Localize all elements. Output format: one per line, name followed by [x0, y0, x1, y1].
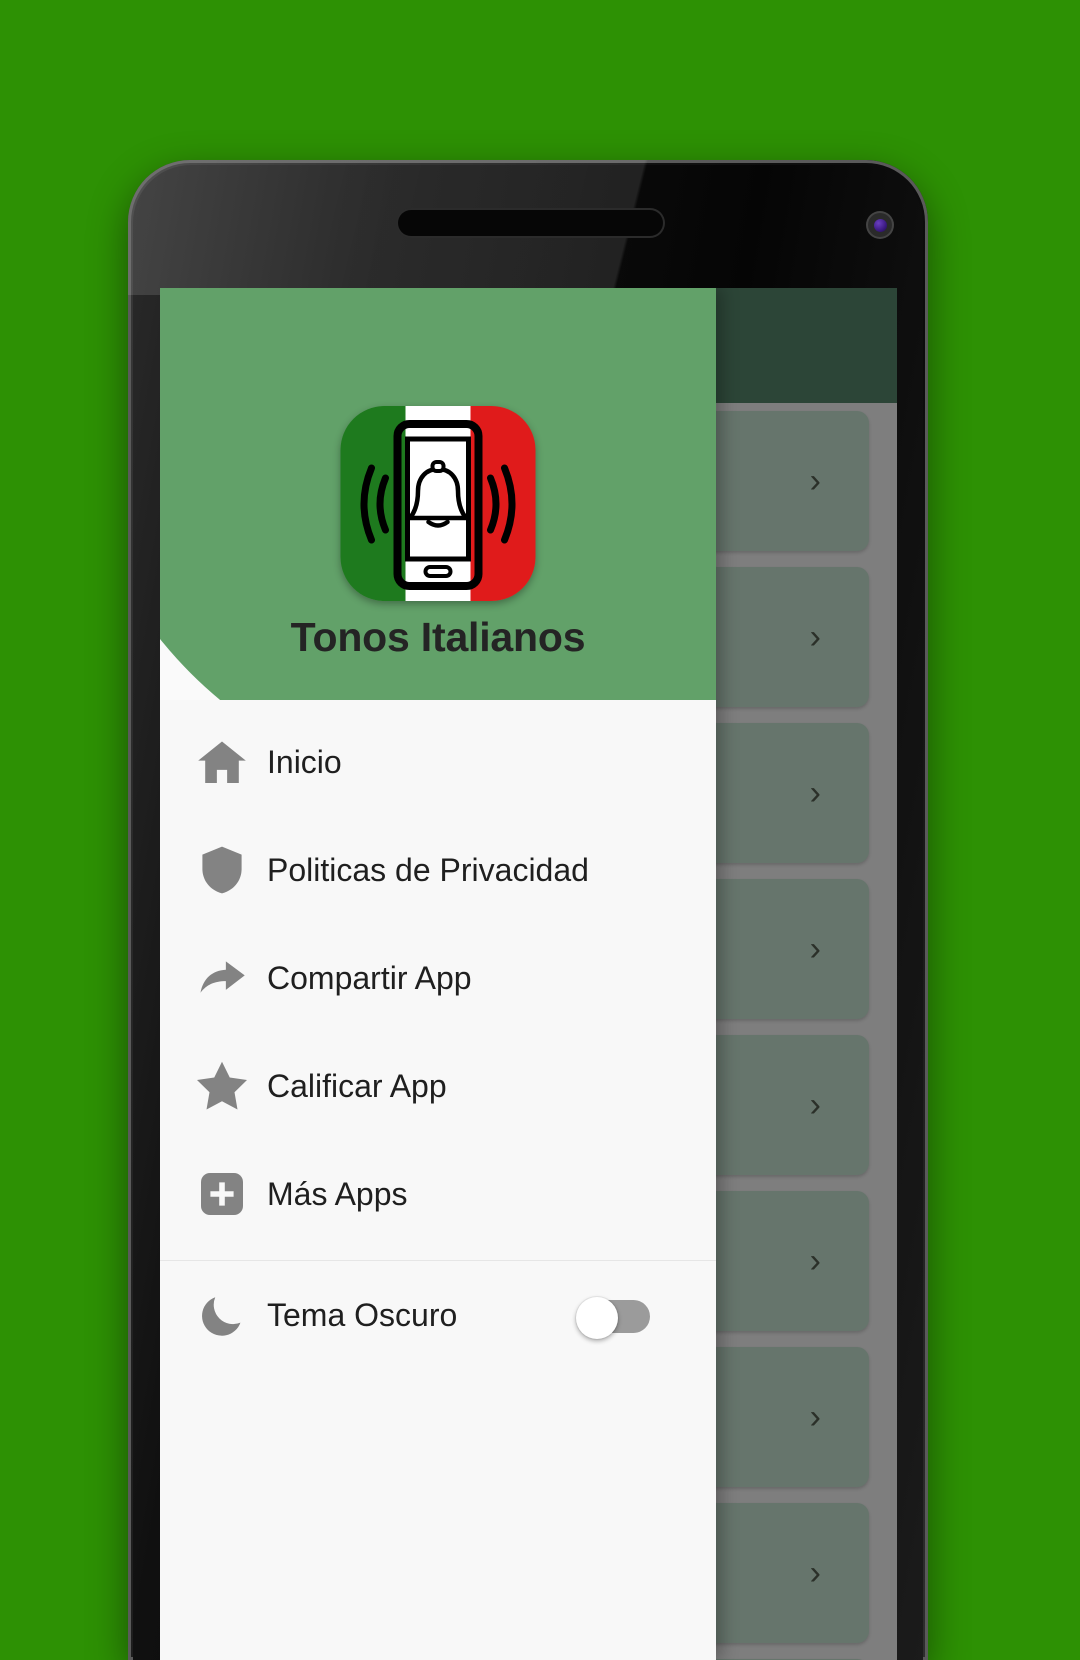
menu-item-inicio[interactable]: Inicio [160, 708, 716, 816]
phone-screen: › › › › › › › › › [160, 288, 897, 1660]
toggle-knob[interactable] [576, 1297, 618, 1339]
dark-theme-toggle-switch[interactable] [576, 1297, 650, 1339]
moon-icon [183, 1288, 261, 1342]
chevron-right-icon: › [809, 462, 821, 500]
app-title: Tonos Italianos [290, 614, 586, 660]
plus-square-icon [183, 1170, 261, 1218]
menu-item-compartir-app[interactable]: Compartir App [160, 924, 716, 1032]
drawer-header: Tonos Italianos [160, 288, 716, 700]
menu-item-label: Inicio [267, 743, 342, 780]
chevron-right-icon: › [809, 930, 821, 968]
chevron-right-icon: › [809, 1242, 821, 1280]
navigation-drawer: Tonos Italianos Inicio Politicas de Priv… [160, 288, 716, 1660]
chevron-right-icon: › [809, 1398, 821, 1436]
earpiece-speaker-icon [398, 210, 663, 236]
menu-item-tema-oscuro[interactable]: Tema Oscuro [160, 1261, 716, 1369]
phone-device-frame: › › › › › › › › › [128, 160, 928, 1660]
menu-item-politicas-de-privacidad[interactable]: Politicas de Privacidad [160, 816, 716, 924]
chevron-right-icon: › [809, 618, 821, 656]
chevron-right-icon: › [809, 1086, 821, 1124]
menu-item-label: Compartir App [267, 959, 472, 996]
menu-item-label: Más Apps [267, 1175, 408, 1212]
menu-item-calificar-app[interactable]: Calificar App [160, 1032, 716, 1140]
chevron-right-icon: › [809, 774, 821, 812]
front-camera-icon [868, 213, 892, 237]
star-icon [183, 1056, 261, 1116]
home-icon [183, 734, 261, 790]
share-arrow-icon [183, 949, 261, 1007]
chevron-right-icon: › [809, 1554, 821, 1592]
shield-icon [183, 842, 261, 898]
tonos-italianos-app-icon [340, 406, 536, 601]
drawer-menu-list: Inicio Politicas de Privacidad Compartir… [160, 700, 716, 1369]
menu-item-label: Tema Oscuro [267, 1296, 458, 1333]
menu-item-label: Politicas de Privacidad [267, 851, 589, 888]
menu-item-label: Calificar App [267, 1067, 447, 1104]
menu-item-mas-apps[interactable]: Más Apps [160, 1140, 716, 1248]
phone-bell-glyph [360, 420, 516, 590]
